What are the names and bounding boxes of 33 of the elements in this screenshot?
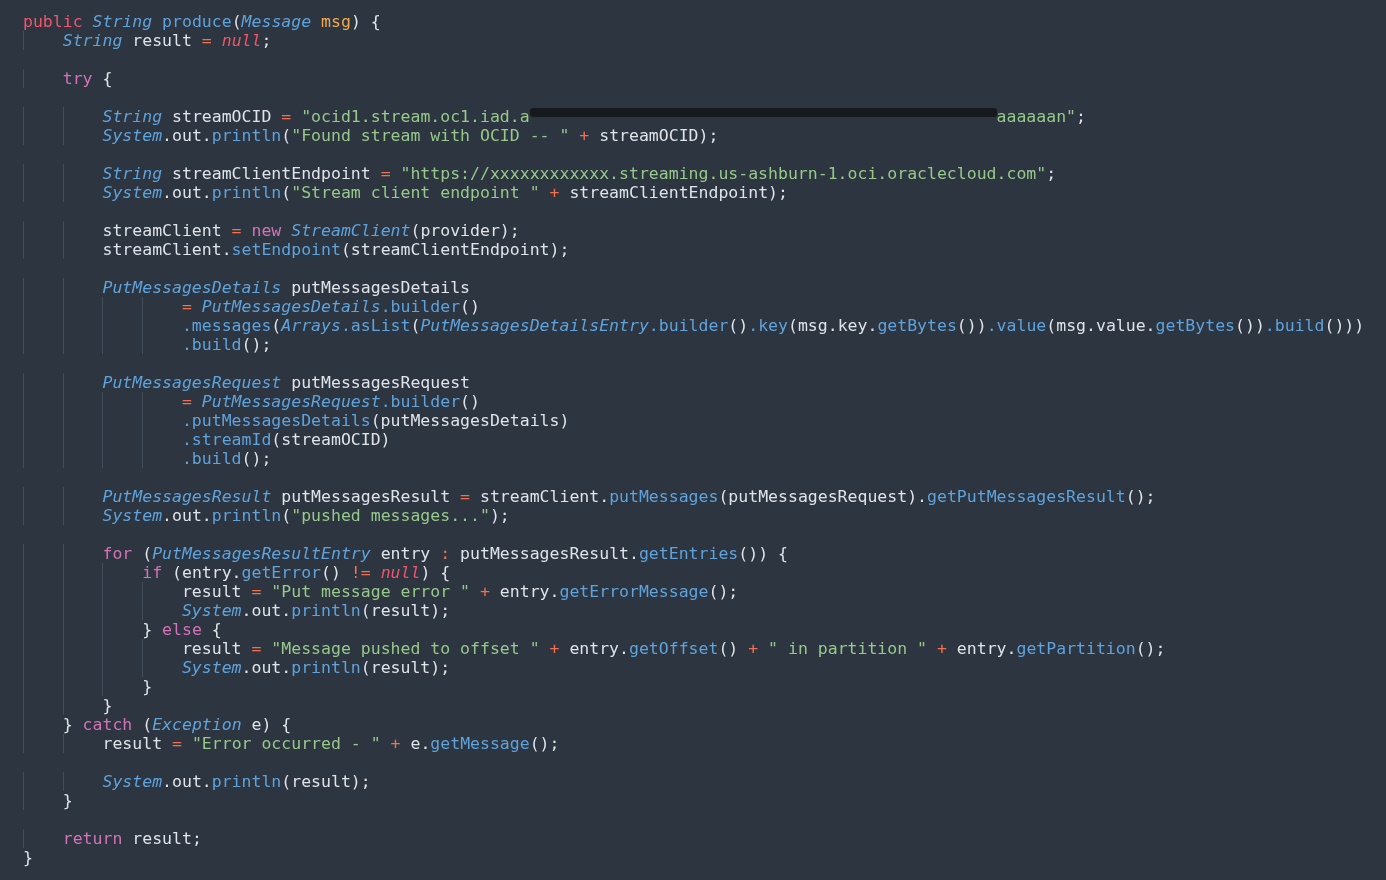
- code-line: } else {: [23, 620, 222, 639]
- code-line: .messages(Arrays.asList(PutMessagesDetailsEntry.builder().key(msg.key.getBytes()).value(msg.value.getBytes()).build())): [23, 316, 1365, 335]
- code-line: result = "Message pushed to offset " + entry.getOffset() + " in partition " + entry.getPartition();: [23, 639, 1166, 658]
- code-line: PutMessagesResult putMessagesResult = streamClient.putMessages(putMessagesRequest).getPutMessagesResult();: [23, 487, 1156, 506]
- code-line: System.out.println("Stream client endpoint " + streamClientEndpoint);: [23, 183, 788, 202]
- code-line: System.out.println(result);: [23, 772, 371, 791]
- code-line: }: [23, 696, 113, 715]
- code-line: }: [23, 791, 73, 810]
- code-line: if (entry.getError() != null) {: [23, 563, 451, 582]
- code-line: } catch (Exception e) {: [23, 715, 292, 734]
- code-line: PutMessagesRequest putMessagesRequest: [23, 373, 471, 392]
- code-line: = PutMessagesRequest.builder(): [23, 392, 480, 411]
- code-line: PutMessagesDetails putMessagesDetails: [23, 278, 471, 297]
- code-line: System.out.println(result);: [23, 658, 451, 677]
- code-line: for (PutMessagesResultEntry entry : putMessagesResult.getEntries()) {: [23, 544, 788, 563]
- code-line: }: [23, 677, 153, 696]
- code-line: return result;: [23, 829, 202, 848]
- code-line: String streamClientEndpoint = "https://xxxxxxxxxxxx.streaming.us-ashburn-1.oci.oraclecloud.com";: [23, 164, 1057, 183]
- code-line: = PutMessagesDetails.builder(): [23, 297, 480, 316]
- code-line: streamClient.setEndpoint(streamClientEndpoint);: [23, 240, 570, 259]
- code-line: .streamId(streamOCID): [23, 430, 391, 449]
- code-line: String result = null;: [23, 31, 272, 50]
- code-line: System.out.println(result);: [23, 601, 451, 620]
- code-line: }: [23, 848, 33, 867]
- code-line: result = "Error occurred - " + e.getMessage();: [23, 734, 560, 753]
- code-line: public String produce(Message msg) {: [23, 12, 381, 31]
- code-line: System.out.println("Found stream with OCID -- " + streamOCID);: [23, 126, 719, 145]
- code-line: System.out.println("pushed messages...");: [23, 506, 510, 525]
- code-line: streamClient = new StreamClient(provider);: [23, 221, 520, 240]
- code-line: result = "Put message error " + entry.getErrorMessage();: [23, 582, 739, 601]
- code-line: .putMessagesDetails(putMessagesDetails): [23, 411, 570, 430]
- code-line: String streamOCID = "ocid1.stream.oc1.iad.a aaaaaan";: [23, 107, 1086, 126]
- code-line: try {: [23, 69, 113, 88]
